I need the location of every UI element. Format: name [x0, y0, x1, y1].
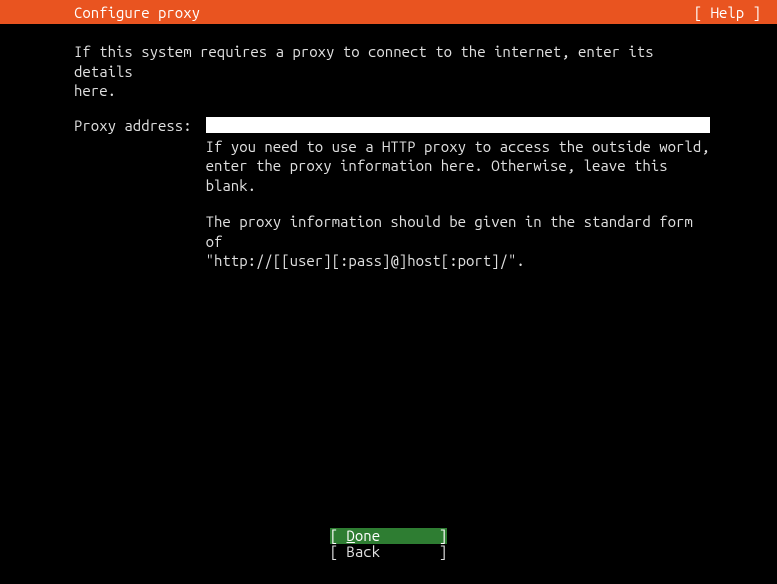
proxy-help-text-2: The proxy information should be given in… — [206, 212, 710, 271]
back-button[interactable]: [ Back ] — [330, 544, 448, 560]
done-button[interactable]: [ Done ] — [330, 528, 448, 544]
proxy-help-text-1: If you need to use a HTTP proxy to acces… — [206, 137, 710, 196]
footer-buttons: [ Done ] [ Back ] — [0, 528, 777, 560]
header-bar: Configure proxy [ Help ] — [0, 0, 777, 24]
proxy-form-row: Proxy address: If you need to use a HTTP… — [74, 117, 703, 271]
proxy-form-right: If you need to use a HTTP proxy to acces… — [206, 117, 710, 271]
page-title: Configure proxy — [74, 4, 200, 21]
proxy-address-label: Proxy address: — [74, 117, 192, 134]
help-button[interactable]: [ Help ] — [694, 4, 761, 21]
content-area: If this system requires a proxy to conne… — [0, 24, 777, 271]
intro-text: If this system requires a proxy to conne… — [74, 42, 703, 101]
proxy-address-input[interactable] — [206, 117, 710, 133]
